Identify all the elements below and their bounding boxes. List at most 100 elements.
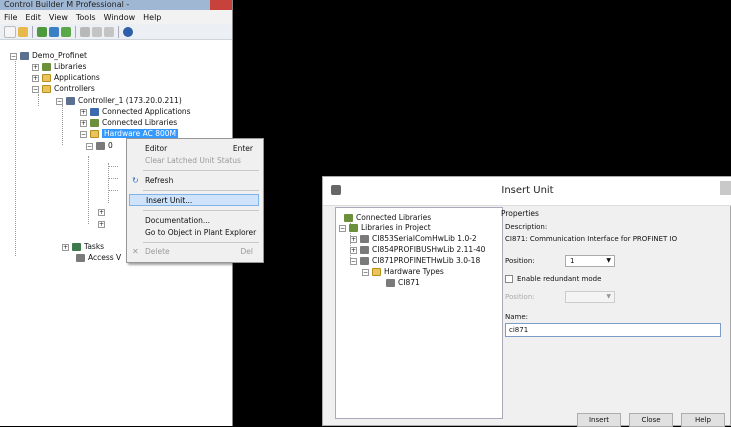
tree-item-hardware-unit[interactable]: −0 xyxy=(86,140,113,151)
menu-item-delete[interactable]: ✕ Delete Del xyxy=(129,246,259,258)
collapse-icon[interactable]: − xyxy=(32,85,39,93)
project-icon xyxy=(20,52,29,60)
expand-icon[interactable]: + xyxy=(350,246,357,254)
dialog-close-button[interactable] xyxy=(720,181,731,195)
menu-edit[interactable]: Edit xyxy=(21,13,45,22)
expand-icon[interactable]: + xyxy=(98,220,105,228)
tree-item-lib2[interactable]: + CI854PROFIBUSHwLib 2.11-40 xyxy=(350,244,485,255)
library-icon xyxy=(90,119,99,127)
expand-icon[interactable]: + xyxy=(80,119,87,127)
description-label: Description: xyxy=(505,223,548,231)
window-title-bar: Control Builder M Professional - xyxy=(0,0,232,10)
context-menu: Editor Enter Clear Latched Unit Status ↻… xyxy=(126,138,264,263)
menu-item-documentation[interactable]: Documentation... xyxy=(129,215,259,227)
tree-item-collapsed[interactable]: + xyxy=(98,206,108,217)
menu-tools[interactable]: Tools xyxy=(72,13,100,22)
redundant-mode-checkbox[interactable] xyxy=(505,275,513,283)
compile-icon[interactable] xyxy=(37,26,47,37)
insert-unit-dialog: Insert Unit Connected Libraries − Librari… xyxy=(322,176,731,427)
menu-window[interactable]: Window xyxy=(100,13,140,22)
tree-item-libraries-in-project[interactable]: − Libraries in Project xyxy=(339,222,431,233)
unit-icon xyxy=(96,142,105,150)
menu-file[interactable]: File xyxy=(0,13,21,22)
dialog-title-bar: Insert Unit xyxy=(323,177,731,206)
tree-item-tasks[interactable]: + Tasks xyxy=(62,241,104,252)
tree-item-lib3[interactable]: − CI871PROFINETHwLib 3.0-18 xyxy=(350,255,480,266)
tree-item-collapsed[interactable]: + xyxy=(98,218,108,229)
folder-icon xyxy=(42,85,51,93)
library-icon xyxy=(344,214,353,222)
tree-item-connected-libraries[interactable]: + Connected Libraries xyxy=(80,117,177,128)
expand-icon[interactable]: + xyxy=(32,63,39,71)
unit-icon xyxy=(386,279,395,287)
expand-icon[interactable]: + xyxy=(62,243,69,251)
tree-item-applications[interactable]: + Applications xyxy=(32,72,100,83)
collapse-icon[interactable]: − xyxy=(339,224,346,232)
collapse-icon[interactable]: − xyxy=(80,130,87,138)
paste-icon[interactable] xyxy=(104,26,114,37)
close-button[interactable]: Close xyxy=(629,413,673,427)
folder-icon xyxy=(372,268,381,276)
menu-separator xyxy=(143,210,259,211)
expand-icon[interactable]: + xyxy=(98,208,105,216)
menu-item-insert-unit[interactable]: Insert Unit... xyxy=(129,194,259,206)
name-label: Name: xyxy=(505,313,529,321)
tree-line xyxy=(108,190,118,191)
collapse-icon[interactable]: − xyxy=(350,257,357,265)
expand-icon[interactable]: + xyxy=(350,235,357,243)
expand-icon[interactable]: + xyxy=(32,74,39,82)
toolbar-separator xyxy=(118,25,119,38)
tree-item-hardware-types[interactable]: − Hardware Types xyxy=(362,266,444,277)
menu-item-refresh[interactable]: ↻ Refresh xyxy=(129,175,259,187)
tree-item-libraries[interactable]: + Libraries xyxy=(32,61,86,72)
window-title: Control Builder M Professional - xyxy=(4,0,130,9)
hardware-library-icon xyxy=(360,246,369,254)
new-icon[interactable] xyxy=(4,25,16,38)
collapse-icon[interactable]: − xyxy=(10,52,17,60)
cut-icon[interactable] xyxy=(80,26,90,37)
menu-bar: File Edit View Tools Window Help xyxy=(0,10,232,24)
help-icon[interactable] xyxy=(123,26,133,37)
tree-item-controller[interactable]: − Controller_1 (173.20.0.211) xyxy=(56,95,182,106)
delete-icon: ✕ xyxy=(132,247,139,256)
menu-item-goto-plant[interactable]: Go to Object in Plant Explorer xyxy=(129,227,259,239)
tree-item-controllers[interactable]: − Controllers xyxy=(32,83,95,94)
menu-separator xyxy=(143,190,259,191)
unit-tree: Connected Libraries − Libraries in Projec… xyxy=(335,207,503,419)
copy-icon[interactable] xyxy=(92,26,102,37)
collapse-icon[interactable]: − xyxy=(56,97,63,105)
library-icon xyxy=(42,63,51,71)
tree-item-access[interactable]: Access V xyxy=(76,252,121,263)
redundant-position-select[interactable]: ▼ xyxy=(565,291,615,303)
collapse-icon[interactable]: − xyxy=(86,142,93,150)
menu-help[interactable]: Help xyxy=(139,13,165,22)
menu-item-editor[interactable]: Editor Enter xyxy=(129,143,259,155)
help-button[interactable]: Help xyxy=(681,413,725,427)
menu-item-clear-latched[interactable]: Clear Latched Unit Status xyxy=(129,155,259,167)
name-input[interactable]: ci871 xyxy=(505,323,721,337)
chevron-down-icon: ▼ xyxy=(606,257,611,264)
close-window-button[interactable] xyxy=(210,0,232,10)
tree-item-project[interactable]: − Demo_Profinet xyxy=(10,50,87,61)
toolbar xyxy=(0,24,232,40)
chevron-down-icon: ▼ xyxy=(606,293,611,300)
hardware-library-icon xyxy=(360,235,369,243)
download-icon[interactable] xyxy=(49,26,59,37)
tree-item-ci871[interactable]: CI871 xyxy=(386,277,420,288)
position-select[interactable]: 1 ▼ xyxy=(565,255,615,267)
tree-line xyxy=(108,163,109,203)
hardware-library-icon xyxy=(360,257,369,265)
online-icon[interactable] xyxy=(61,26,71,37)
folder-icon xyxy=(42,74,51,82)
tree-line xyxy=(88,156,89,224)
insert-button[interactable]: Insert xyxy=(577,413,621,427)
tree-item-connected-applications[interactable]: + Connected Applications xyxy=(80,106,191,117)
collapse-icon[interactable]: − xyxy=(362,268,369,276)
expand-icon[interactable]: + xyxy=(80,108,87,116)
menu-view[interactable]: View xyxy=(45,13,72,22)
tree-item-lib1[interactable]: + CI853SerialComHwLib 1.0-2 xyxy=(350,233,477,244)
open-icon[interactable] xyxy=(18,26,28,37)
position-label: Position: xyxy=(505,257,535,265)
tree-line xyxy=(62,105,63,145)
tasks-icon xyxy=(72,243,81,251)
